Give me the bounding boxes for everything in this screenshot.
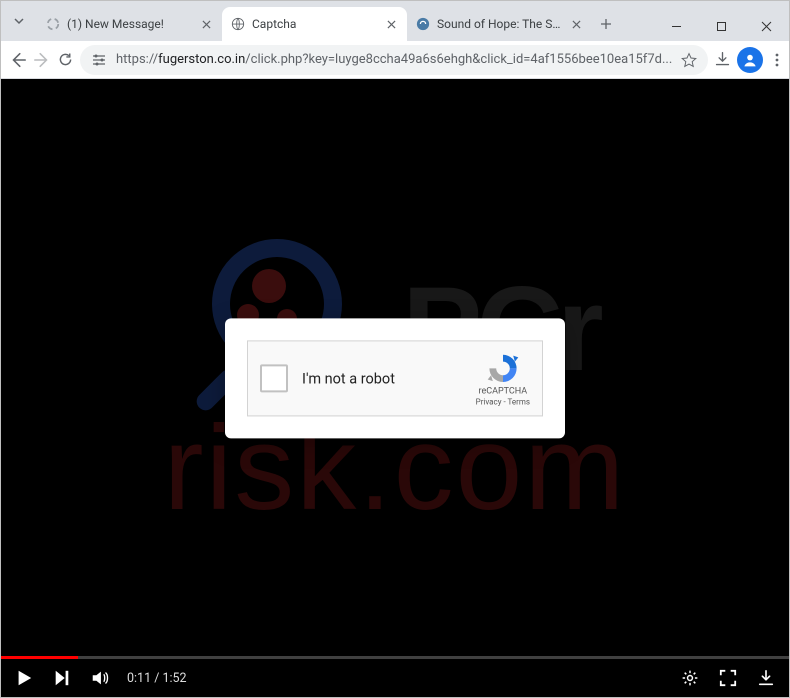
downloads-button[interactable] bbox=[714, 46, 731, 74]
volume-icon bbox=[90, 668, 110, 688]
menu-button[interactable] bbox=[769, 46, 785, 74]
recaptcha-links[interactable]: Privacy - Terms bbox=[476, 397, 530, 406]
tab-title: Sound of Hope: The Story o bbox=[437, 17, 562, 31]
volume-button[interactable] bbox=[89, 667, 111, 689]
recaptcha-brand: reCAPTCHA Privacy - Terms bbox=[476, 351, 530, 406]
next-icon bbox=[53, 669, 71, 687]
recaptcha-label: I'm not a robot bbox=[302, 370, 462, 387]
site-icon bbox=[415, 16, 431, 32]
settings-button[interactable] bbox=[679, 667, 701, 689]
video-controls: 0:11 / 1:52 bbox=[1, 659, 789, 697]
window-controls bbox=[654, 11, 789, 41]
video-time: 0:11 / 1:52 bbox=[127, 671, 187, 686]
fullscreen-icon bbox=[719, 669, 737, 687]
star-icon bbox=[681, 52, 697, 68]
recaptcha-widget: I'm not a robot reCAPTCHA Privacy - Term… bbox=[247, 340, 543, 416]
maximize-button[interactable] bbox=[699, 11, 744, 41]
browser-window: (1) New Message! Captcha Sound of Hope bbox=[0, 0, 790, 698]
bookmark-button[interactable] bbox=[680, 51, 698, 69]
play-button[interactable] bbox=[13, 667, 35, 689]
minimize-button[interactable] bbox=[654, 11, 699, 41]
recaptcha-icon bbox=[486, 351, 520, 385]
close-window-button[interactable] bbox=[744, 11, 789, 41]
arrow-right-icon bbox=[33, 51, 51, 69]
reload-button[interactable] bbox=[57, 46, 74, 74]
recaptcha-brand-text: reCAPTCHA bbox=[479, 386, 528, 396]
site-settings-icon[interactable] bbox=[90, 51, 108, 69]
url-text: https://fugerston.co.in/click.php?key=lu… bbox=[116, 52, 672, 67]
forward-button[interactable] bbox=[33, 46, 51, 74]
chevron-down-icon bbox=[13, 15, 25, 27]
tab-new-message[interactable]: (1) New Message! bbox=[37, 7, 222, 41]
kebab-icon bbox=[769, 52, 785, 68]
tab-title: Captcha bbox=[252, 17, 377, 31]
tab-search-dropdown[interactable] bbox=[5, 7, 33, 35]
next-button[interactable] bbox=[51, 667, 73, 689]
gear-icon bbox=[681, 669, 699, 687]
video-download-button[interactable] bbox=[755, 667, 777, 689]
tab-sound-of-hope[interactable]: Sound of Hope: The Story o bbox=[407, 7, 592, 41]
spinner-icon bbox=[45, 16, 61, 32]
globe-icon bbox=[230, 16, 246, 32]
avatar-icon bbox=[737, 47, 763, 73]
captcha-dialog: I'm not a robot reCAPTCHA Privacy - Term… bbox=[225, 318, 565, 438]
close-icon[interactable] bbox=[198, 16, 214, 32]
profile-button[interactable] bbox=[737, 46, 763, 74]
recaptcha-checkbox[interactable] bbox=[260, 364, 288, 392]
download-icon bbox=[757, 669, 775, 687]
titlebar: (1) New Message! Captcha Sound of Hope bbox=[1, 1, 789, 41]
new-tab-button[interactable] bbox=[592, 10, 620, 38]
toolbar: https://fugerston.co.in/click.php?key=lu… bbox=[1, 41, 789, 79]
page-content: PCr risk.com I'm not a robot reCAPTCHA bbox=[1, 79, 789, 697]
reload-icon bbox=[57, 51, 74, 68]
tab-strip: (1) New Message! Captcha Sound of Hope bbox=[37, 1, 654, 41]
back-button[interactable] bbox=[9, 46, 27, 74]
address-bar[interactable]: https://fugerston.co.in/click.php?key=lu… bbox=[80, 45, 708, 75]
close-icon[interactable] bbox=[383, 16, 399, 32]
tab-captcha[interactable]: Captcha bbox=[222, 7, 407, 41]
close-icon[interactable] bbox=[568, 16, 584, 32]
tab-title: (1) New Message! bbox=[67, 17, 192, 31]
play-icon bbox=[15, 669, 33, 687]
arrow-left-icon bbox=[9, 51, 27, 69]
fullscreen-button[interactable] bbox=[717, 667, 739, 689]
download-icon bbox=[714, 51, 731, 68]
